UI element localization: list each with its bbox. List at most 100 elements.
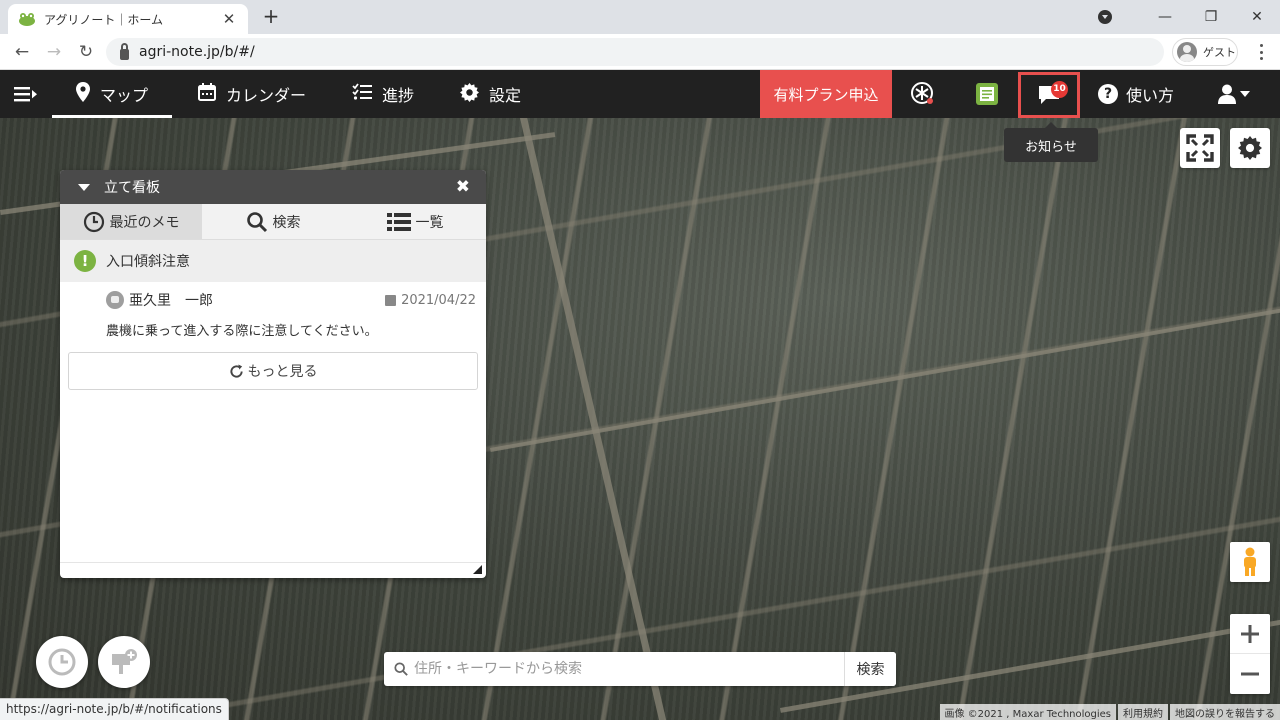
search-icon (246, 211, 268, 233)
frog-favicon-icon (18, 12, 36, 26)
window-close-button[interactable]: ✕ (1234, 9, 1280, 25)
checklist-icon (352, 83, 372, 105)
clock-icon (48, 648, 76, 676)
work-diary-button[interactable] (962, 70, 1012, 118)
tab-search-icon[interactable] (1098, 10, 1112, 24)
add-signboard-button[interactable] (98, 636, 150, 688)
gear-icon (460, 82, 479, 106)
agri-star-icon (911, 82, 933, 104)
profile-label: ゲスト (1203, 46, 1236, 59)
fullscreen-button[interactable] (1180, 128, 1220, 168)
browser-menu-icon[interactable] (1254, 42, 1268, 62)
browser-tab-bar: アグリノート｜ホーム ✕ + — ❐ ✕ (0, 0, 1280, 34)
agri-badge-button[interactable] (898, 70, 948, 118)
memo-title: 入口傾斜注意 (106, 254, 190, 270)
guest-avatar-icon (1177, 42, 1197, 62)
collapse-caret-icon[interactable] (78, 183, 90, 191)
map-attribution: 画像 ©2021 , Maxar Technologies 利用規約 地図の誤り… (938, 704, 1280, 720)
user-menu-button[interactable] (1218, 70, 1258, 118)
help-button[interactable]: ? 使い方 (1098, 70, 1174, 118)
calendar-icon (385, 294, 397, 306)
profile-button[interactable]: ゲスト (1172, 38, 1238, 66)
panel-tabs: 最近のメモ 検索 一覧 (60, 204, 486, 240)
nav-calendar-label: カレンダー (226, 86, 307, 105)
load-more-label: もっと見る (247, 364, 318, 380)
map-search-button[interactable]: 検索 (844, 652, 896, 686)
menu-toggle-button[interactable] (14, 70, 38, 118)
refresh-icon (229, 363, 243, 378)
notifications-count-badge: 10 (1051, 81, 1068, 98)
lock-icon (120, 42, 129, 60)
address-bar: ← → ↻ agri-note.jp/b/#/ ゲスト (0, 34, 1280, 70)
new-tab-button[interactable]: + (260, 5, 282, 27)
tab-list[interactable]: 一覧 (344, 204, 486, 239)
map-settings-button[interactable] (1230, 128, 1270, 168)
user-icon (1218, 84, 1236, 104)
map-search-box: 検索 (384, 652, 896, 686)
nav-settings-label: 設定 (489, 86, 522, 105)
link-status-bar: https://agri-note.jp/b/#/notifications (0, 698, 229, 720)
paid-plan-button[interactable]: 有料プラン申込 (760, 70, 892, 118)
nav-map[interactable]: マップ (52, 70, 173, 118)
tab-list-label: 一覧 (415, 214, 444, 231)
caret-down-icon (1240, 91, 1250, 97)
minimize-button[interactable]: — (1142, 9, 1188, 25)
terms-link[interactable]: 利用規約 (1118, 704, 1168, 720)
author-avatar-icon (106, 291, 124, 309)
memo-body: 農機に乗って進入する際に注意してください。 (106, 324, 378, 339)
farm-road (490, 305, 1280, 452)
report-error-link[interactable]: 地図の誤りを報告する (1170, 704, 1280, 720)
add-signboard-icon (112, 649, 137, 674)
list-icon (386, 212, 411, 232)
panel-header[interactable]: 立て看板 ✖ (60, 170, 486, 204)
calendar-icon (198, 83, 216, 105)
browser-tab-title: アグリノート｜ホーム (44, 12, 164, 27)
imagery-credit: 画像 ©2021 , Maxar Technologies (939, 704, 1116, 720)
restore-button[interactable]: ❐ (1188, 9, 1234, 25)
fullscreen-icon (1186, 134, 1214, 162)
omnibox[interactable]: agri-note.jp/b/#/ (106, 38, 1164, 66)
tab-close-icon[interactable]: ✕ (220, 10, 238, 28)
tab-recent-memos-label: 最近のメモ (109, 214, 180, 231)
plus-icon (1241, 624, 1259, 643)
help-label: 使い方 (1126, 86, 1175, 105)
panel-footer (60, 562, 486, 578)
memo-title-row[interactable]: ! 入口傾斜注意 (60, 240, 486, 282)
tab-search-label: 検索 (272, 214, 301, 231)
help-question-icon: ? (1098, 84, 1118, 104)
nav-settings[interactable]: 設定 (460, 70, 521, 118)
panel-title: 立て看板 (104, 180, 160, 196)
tab-search[interactable]: 検索 (202, 204, 344, 239)
nav-progress[interactable]: 進捗 (352, 70, 414, 118)
forward-arrow-icon[interactable]: → (38, 42, 70, 62)
green-notebook-icon (976, 83, 998, 105)
nav-map-label: マップ (100, 86, 149, 105)
history-button[interactable] (36, 636, 88, 688)
nav-calendar[interactable]: カレンダー (198, 70, 306, 118)
exclamation-icon: ! (74, 250, 96, 272)
notifications-tooltip: お知らせ (1004, 122, 1098, 162)
app-navbar: マップ カレンダー 進捗 設定 有料プラン申込 10 ? 使い方 (0, 70, 1280, 118)
panel-close-icon[interactable]: ✖ (456, 177, 470, 197)
signboard-panel: 立て看板 ✖ 最近のメモ 検索 一覧 ! 入口傾斜注意 亜久里 一郎 2021/… (60, 170, 486, 578)
street-view-pegman-button[interactable] (1230, 542, 1270, 582)
nav-progress-label: 進捗 (382, 86, 415, 105)
map-search-input[interactable] (408, 652, 844, 686)
resize-grip-icon[interactable] (473, 565, 482, 574)
search-icon (394, 662, 408, 676)
minus-icon (1241, 672, 1259, 676)
reload-icon[interactable]: ↻ (70, 42, 102, 62)
zoom-control (1230, 614, 1270, 694)
zoom-in-button[interactable] (1230, 614, 1270, 654)
load-more-button[interactable]: もっと見る (68, 352, 478, 390)
url-text: agri-note.jp/b/#/ (139, 44, 255, 60)
tab-recent-memos[interactable]: 最近のメモ (60, 204, 202, 239)
back-arrow-icon[interactable]: ← (6, 42, 38, 62)
window-controls: — ❐ ✕ (1098, 0, 1280, 34)
memo-author: 亜久里 一郎 (129, 293, 213, 309)
zoom-out-button[interactable] (1230, 654, 1270, 694)
browser-tab[interactable]: アグリノート｜ホーム ✕ (8, 4, 248, 34)
memo-date-wrap: 2021/04/22 (385, 293, 476, 308)
notifications-button[interactable]: 10 (1018, 72, 1080, 118)
map-pin-icon (76, 82, 90, 106)
